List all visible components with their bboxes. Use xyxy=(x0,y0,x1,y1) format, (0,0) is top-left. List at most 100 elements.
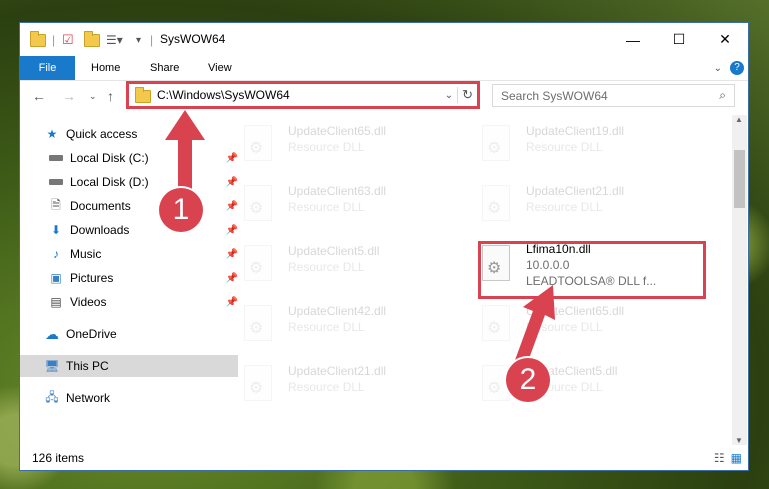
recent-locations-icon[interactable]: ⌄ xyxy=(89,91,97,102)
network-icon: 🖧 xyxy=(45,389,59,404)
file-description: Resource DLL xyxy=(526,140,603,154)
sidebar-item-music[interactable]: ♪ Music 📌 xyxy=(20,243,242,265)
sidebar-item-pictures[interactable]: ▣ Pictures 📌 xyxy=(20,267,242,289)
help-icon[interactable]: ? xyxy=(730,56,744,80)
file-name: UpdateClient65.dll xyxy=(288,124,387,138)
list-item[interactable]: UpdateClient19.dll Resource DLL xyxy=(454,121,674,165)
expand-ribbon-icon[interactable]: ⌄ xyxy=(714,56,722,80)
navigation-bar: ← → ⌄ ↑ C:\Windows\SysWOW64 ⌄ ↻ Search S… xyxy=(20,80,748,114)
list-item[interactable]: UpdateClient21.dll Resource DLL xyxy=(216,361,436,405)
file-description: Resource DLL xyxy=(526,320,603,334)
scrollbar-thumb[interactable] xyxy=(734,150,745,208)
step-badge-2: 2 xyxy=(506,358,550,402)
documents-icon: 🗎 xyxy=(51,197,61,212)
sidebar-item-label: Pictures xyxy=(70,271,114,285)
tab-home[interactable]: Home xyxy=(91,56,120,80)
sidebar-item-documents[interactable]: 🗎 Documents 📌 xyxy=(20,195,242,217)
file-description: Resource DLL xyxy=(526,200,603,214)
sidebar-item-local-disk-d[interactable]: Local Disk (D:) 📌 xyxy=(20,171,242,193)
music-icon: ♪ xyxy=(53,247,59,261)
address-path: C:\Windows\SysWOW64 xyxy=(157,88,290,102)
sidebar-item-label: Network xyxy=(66,391,111,405)
file-description: Resource DLL xyxy=(288,320,365,334)
sidebar-item-label: Quick access xyxy=(66,127,138,141)
tab-file[interactable]: File xyxy=(20,56,75,80)
list-item[interactable]: UpdateClient21.dll Resource DLL xyxy=(454,181,674,225)
sidebar-item-label: Documents xyxy=(70,199,131,213)
dll-file-icon xyxy=(244,125,272,161)
list-item[interactable]: UpdateClient5.dll Resource DLL xyxy=(454,361,674,405)
download-icon: ⬇ xyxy=(50,223,62,237)
file-name: UpdateClient19.dll xyxy=(526,124,625,138)
sidebar-item-label: OneDrive xyxy=(66,327,117,341)
videos-icon: ▤ xyxy=(50,295,62,309)
search-input[interactable]: Search SysWOW64 ⌕ xyxy=(492,84,735,107)
list-item[interactable]: UpdateClient65.dll Resource DLL xyxy=(216,121,436,165)
details-view-icon[interactable]: ☷ xyxy=(714,451,725,465)
minimize-button[interactable]: — xyxy=(610,23,656,56)
sidebar-item-onedrive[interactable]: ☁ OneDrive xyxy=(20,323,238,345)
sidebar-item-quick-access[interactable]: ★ Quick access xyxy=(20,123,238,145)
sidebar-item-videos[interactable]: ▤ Videos 📌 xyxy=(20,291,242,313)
address-bar[interactable]: C:\Windows\SysWOW64 ⌄ ↻ xyxy=(128,83,478,107)
file-name: UpdateClient65.dll xyxy=(526,304,625,318)
chevron-down-icon[interactable]: ▾ xyxy=(136,31,141,49)
list-item[interactable]: UpdateClient5.dll Resource DLL xyxy=(216,241,436,285)
file-name: UpdateClient21.dll xyxy=(288,364,387,378)
sidebar-item-network[interactable]: 🖧 Network xyxy=(20,387,238,409)
computer-icon: 🖥 xyxy=(44,359,60,373)
star-icon: ★ xyxy=(46,127,58,141)
dll-file-icon xyxy=(482,125,510,161)
step-badge-1: 1 xyxy=(159,188,203,232)
sidebar-item-label: Videos xyxy=(70,295,107,309)
dll-file-icon xyxy=(244,365,272,401)
file-name: UpdateClient42.dll xyxy=(288,304,387,318)
sidebar-item-label: Local Disk (C:) xyxy=(70,151,149,165)
scroll-down-icon[interactable]: ▼ xyxy=(735,436,743,445)
file-name: UpdateClient5.dll xyxy=(288,244,380,258)
back-arrow-icon[interactable]: ← xyxy=(32,88,46,104)
dll-file-icon xyxy=(244,185,272,221)
forward-arrow-icon[interactable]: → xyxy=(62,88,76,104)
title-bar: | ☑ ☰▾ ▾ | SysWOW64 — ☐ ✕ xyxy=(20,23,748,56)
item-count: 126 items xyxy=(32,450,85,465)
cloud-icon: ☁ xyxy=(45,325,59,342)
large-icons-view-icon[interactable]: ▦ xyxy=(731,451,742,465)
scroll-up-icon[interactable]: ▲ xyxy=(735,115,743,124)
tab-share[interactable]: Share xyxy=(150,56,179,80)
navigation-pane: ★ Quick access Local Disk (C:) 📌 Local D… xyxy=(20,115,238,445)
drive-icon xyxy=(48,151,64,165)
dll-file-icon xyxy=(244,245,272,281)
new-folder-icon[interactable] xyxy=(84,30,100,49)
list-item[interactable]: UpdateClient42.dll Resource DLL xyxy=(216,301,436,345)
dll-file-icon xyxy=(244,305,272,341)
list-item[interactable]: UpdateClient63.dll Resource DLL xyxy=(216,181,436,225)
search-icon[interactable]: ⌕ xyxy=(719,88,726,103)
file-name: UpdateClient63.dll xyxy=(288,184,387,198)
customize-icon[interactable]: ☰▾ xyxy=(106,31,123,49)
maximize-button[interactable]: ☐ xyxy=(656,23,702,56)
vertical-scrollbar[interactable]: ▲ ▼ xyxy=(732,115,747,445)
chevron-down-icon[interactable]: ⌄ xyxy=(445,90,453,101)
folder-icon xyxy=(30,30,46,49)
refresh-icon[interactable]: ↻ xyxy=(457,87,477,103)
close-button[interactable]: ✕ xyxy=(702,23,748,56)
sidebar-item-label: This PC xyxy=(66,359,109,373)
dll-file-icon xyxy=(482,185,510,221)
file-description: Resource DLL xyxy=(288,140,365,154)
properties-icon[interactable]: ☑ xyxy=(62,31,74,49)
sidebar-item-local-disk-c[interactable]: Local Disk (C:) 📌 xyxy=(20,147,242,169)
tab-view[interactable]: View xyxy=(208,56,232,80)
sidebar-item-label: Downloads xyxy=(70,223,130,237)
sidebar-item-downloads[interactable]: ⬇ Downloads 📌 xyxy=(20,219,242,241)
separator: | xyxy=(52,33,56,47)
file-name: UpdateClient21.dll xyxy=(526,184,625,198)
window-title: SysWOW64 xyxy=(160,32,226,46)
sidebar-item-this-pc[interactable]: 🖥 This PC xyxy=(20,355,238,377)
separator: | xyxy=(150,33,154,47)
ribbon: File Home Share View ⌄ ? xyxy=(20,56,748,81)
file-description: Resource DLL xyxy=(288,200,365,214)
up-arrow-icon[interactable]: ↑ xyxy=(107,88,114,104)
dll-file-icon xyxy=(482,305,510,341)
list-item[interactable]: UpdateClient65.dll Resource DLL xyxy=(454,301,674,345)
